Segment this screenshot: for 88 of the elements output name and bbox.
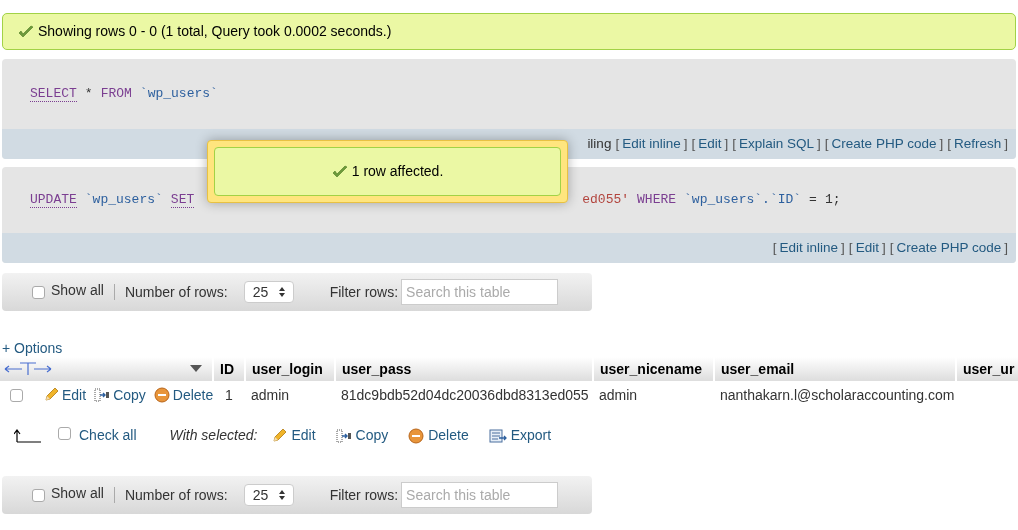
bracket: ] [881,238,886,257]
check-all-checkbox[interactable] [58,427,71,440]
arrow-corner-icon [14,428,42,443]
query-link[interactable]: Edit [855,237,879,259]
query-link[interactable]: Edit [698,133,722,155]
rows-select[interactable]: 25 [243,281,294,303]
bracket: [ [848,238,853,257]
check-icon [331,164,348,179]
bracket: ] [841,238,845,257]
table-cell: admin [245,381,335,409]
column-header[interactable]: user_nicename [593,357,714,381]
bulk-action-link[interactable]: Edit [271,425,316,446]
bracket: [ [824,134,829,153]
sql-keyword-link[interactable]: SELECT [30,86,77,102]
row-action-link[interactable]: Copy [94,384,146,406]
sql-token: ed055' [582,191,630,210]
with-selected-label: With selected: [169,426,258,445]
table-cell: admin [593,381,714,409]
sql-token: `wp_users` [139,85,218,104]
show-all-label[interactable]: Show all [51,482,104,504]
sql-token: 1; [824,191,841,210]
filter-field[interactable]: Search this table [401,482,559,508]
copy-icon [335,427,352,444]
show-all-checkbox[interactable] [32,488,45,502]
sql-token: * [84,85,93,104]
query-link[interactable]: Edit inline [622,133,681,155]
filter-field[interactable]: Search this table [401,279,559,305]
check-icon [18,24,34,39]
rows-label: Number of rows: [124,485,228,505]
column-resize-icon [4,362,52,376]
row-action-link[interactable]: Edit [43,384,87,406]
bracket: [ [947,134,951,153]
bulk-action-link[interactable]: Export [488,425,552,446]
column-header[interactable]: user_login [245,357,335,381]
message-text: Showing rows 0 - 0 (1 total, Query took 0.0002 seconds.) [38,22,392,41]
rows-select[interactable]: 25 [243,484,294,506]
query-link[interactable]: Refresh [953,133,1002,155]
show-all-checkbox[interactable] [32,285,45,299]
column-header[interactable]: user_pass [335,357,593,381]
bracket: ] [1004,134,1008,153]
rows-label: Number of rows: [124,282,228,302]
sql-token: = [809,191,817,210]
sql-token: `wp_users` [84,191,163,210]
filter-label: Filter rows: [329,485,399,505]
bracket: [ [889,238,894,257]
column-header[interactable]: user_ur [956,357,1018,381]
bracket: ] [724,134,729,153]
row-checkbox[interactable] [10,388,23,402]
table-cell: nanthakarn.l@scholaraccounting.com [714,381,956,409]
dropdown-triangle-icon[interactable] [190,365,202,373]
profiling-label: iling [587,134,612,153]
bracket: ] [817,134,821,153]
bracket: ] [1004,238,1008,257]
column-header[interactable]: user_email [714,357,956,381]
bracket: [ [691,134,696,153]
filter-label: Filter rows: [329,282,399,302]
query-link[interactable]: Create PHP code [896,237,1002,259]
sql-token: `wp_users`.`ID` [684,191,802,210]
bracket: [ [772,238,777,257]
bulk-action-link[interactable]: Delete [408,425,469,446]
table-cell: 81dc9bdb52d04dc20036dbd8313ed055 [335,381,593,409]
spinner-icon [278,489,285,501]
sql-keyword-link[interactable]: SET [170,192,195,208]
bracket: [ [615,134,620,153]
delete-icon [408,427,425,444]
table-cell: 1 [213,381,245,409]
copy-icon [94,387,111,403]
bracket: [ [732,134,737,153]
bulk-action-link[interactable]: Copy [335,425,389,446]
popup-text: 1 row affected. [351,162,444,181]
show-all-label[interactable]: Show all [51,279,104,301]
bracket: ] [939,134,944,153]
query-link[interactable]: Explain SQL [739,133,815,155]
row-action-link[interactable]: Delete [153,384,214,406]
spinner-icon [278,286,285,298]
pencil-icon [271,427,288,444]
delete-icon [153,387,170,403]
export-icon [488,427,507,444]
check-all-label[interactable]: Check all [79,425,137,446]
query-link[interactable]: Edit inline [779,237,839,259]
pencil-icon [43,387,59,403]
bracket: ] [683,134,688,153]
sql-keyword-link[interactable]: UPDATE [30,192,77,208]
sql-keyword: FROM [100,85,132,104]
query-link[interactable]: Create PHP code [831,133,937,155]
sql-keyword: WHERE [637,191,677,210]
options-link[interactable]: + Options [2,339,1018,357]
column-header[interactable]: ID [213,357,245,381]
